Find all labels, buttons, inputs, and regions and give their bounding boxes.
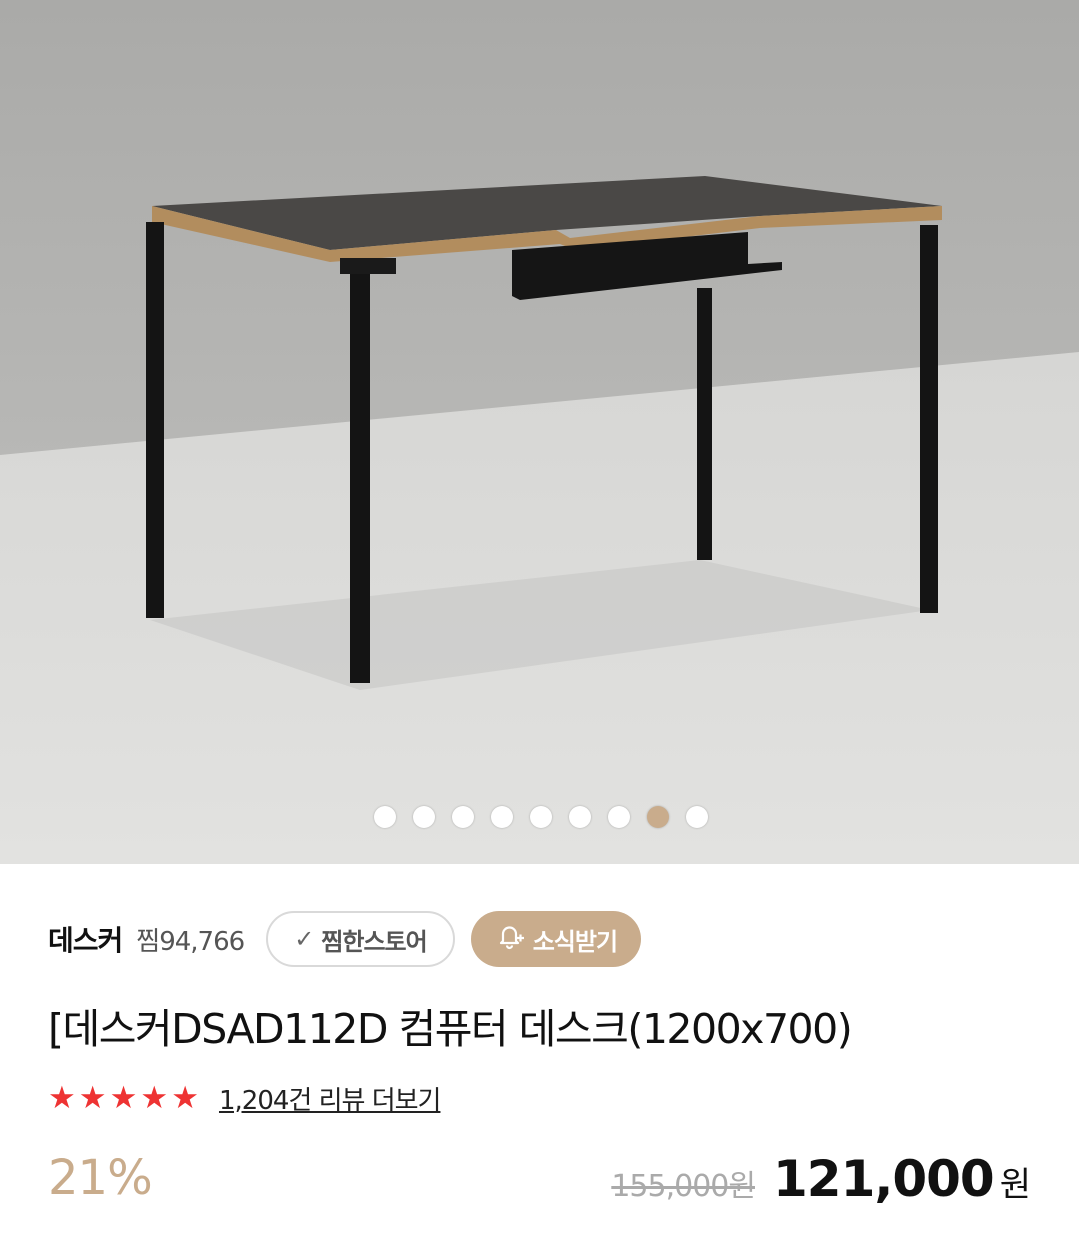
- currency-unit: 원: [999, 1165, 1031, 1205]
- product-title: [데스커DSAD112D 컴퓨터 데스크(1200x700): [48, 1005, 853, 1053]
- star-icon: ★: [140, 1079, 169, 1116]
- product-image-carousel[interactable]: [0, 0, 1079, 864]
- bell-plus-icon: [495, 921, 525, 957]
- subscribe-news-button[interactable]: 소식받기: [470, 911, 642, 967]
- discount-rate: 21%: [48, 1150, 153, 1206]
- carousel-dot[interactable]: [451, 806, 474, 828]
- carousel-dot-active[interactable]: [646, 806, 669, 828]
- review-more-link[interactable]: 1,204건 리뷰 더보기: [219, 1080, 441, 1117]
- check-icon: ✓: [294, 925, 314, 953]
- price-box: 155,000원 121,000 원: [611, 1150, 1031, 1208]
- rating-row: ★ ★ ★ ★ ★ 1,204건 리뷰 더보기: [48, 1078, 441, 1118]
- store-name[interactable]: 데스커: [48, 919, 123, 959]
- carousel-dot[interactable]: [412, 806, 435, 828]
- star-icon: ★: [109, 1079, 138, 1116]
- carousel-dot[interactable]: [490, 806, 513, 828]
- wish-count: 찜94,766: [136, 926, 245, 957]
- star-icon: ★: [48, 1079, 76, 1116]
- carousel-dot[interactable]: [373, 806, 396, 828]
- store-row: 데스커 찜94,766 ✓ 찜한스토어 소식받기: [48, 910, 642, 968]
- carousel-indicator: [0, 806, 1079, 828]
- star-icon: ★: [171, 1079, 199, 1116]
- subscribe-news-label: 소식받기: [532, 927, 618, 956]
- favorite-store-button[interactable]: ✓ 찜한스토어: [266, 911, 455, 967]
- sale-price: 121,000: [772, 1150, 995, 1208]
- carousel-dot[interactable]: [607, 806, 630, 828]
- rating-stars: ★ ★ ★ ★ ★: [48, 1079, 199, 1116]
- carousel-dot[interactable]: [529, 806, 552, 828]
- star-icon: ★: [78, 1079, 107, 1116]
- carousel-dot[interactable]: [685, 806, 708, 828]
- product-image: [0, 0, 1079, 864]
- carousel-dot[interactable]: [568, 806, 591, 828]
- original-price: 155,000원: [611, 1169, 756, 1204]
- favorite-store-label: 찜한스토어: [321, 927, 427, 956]
